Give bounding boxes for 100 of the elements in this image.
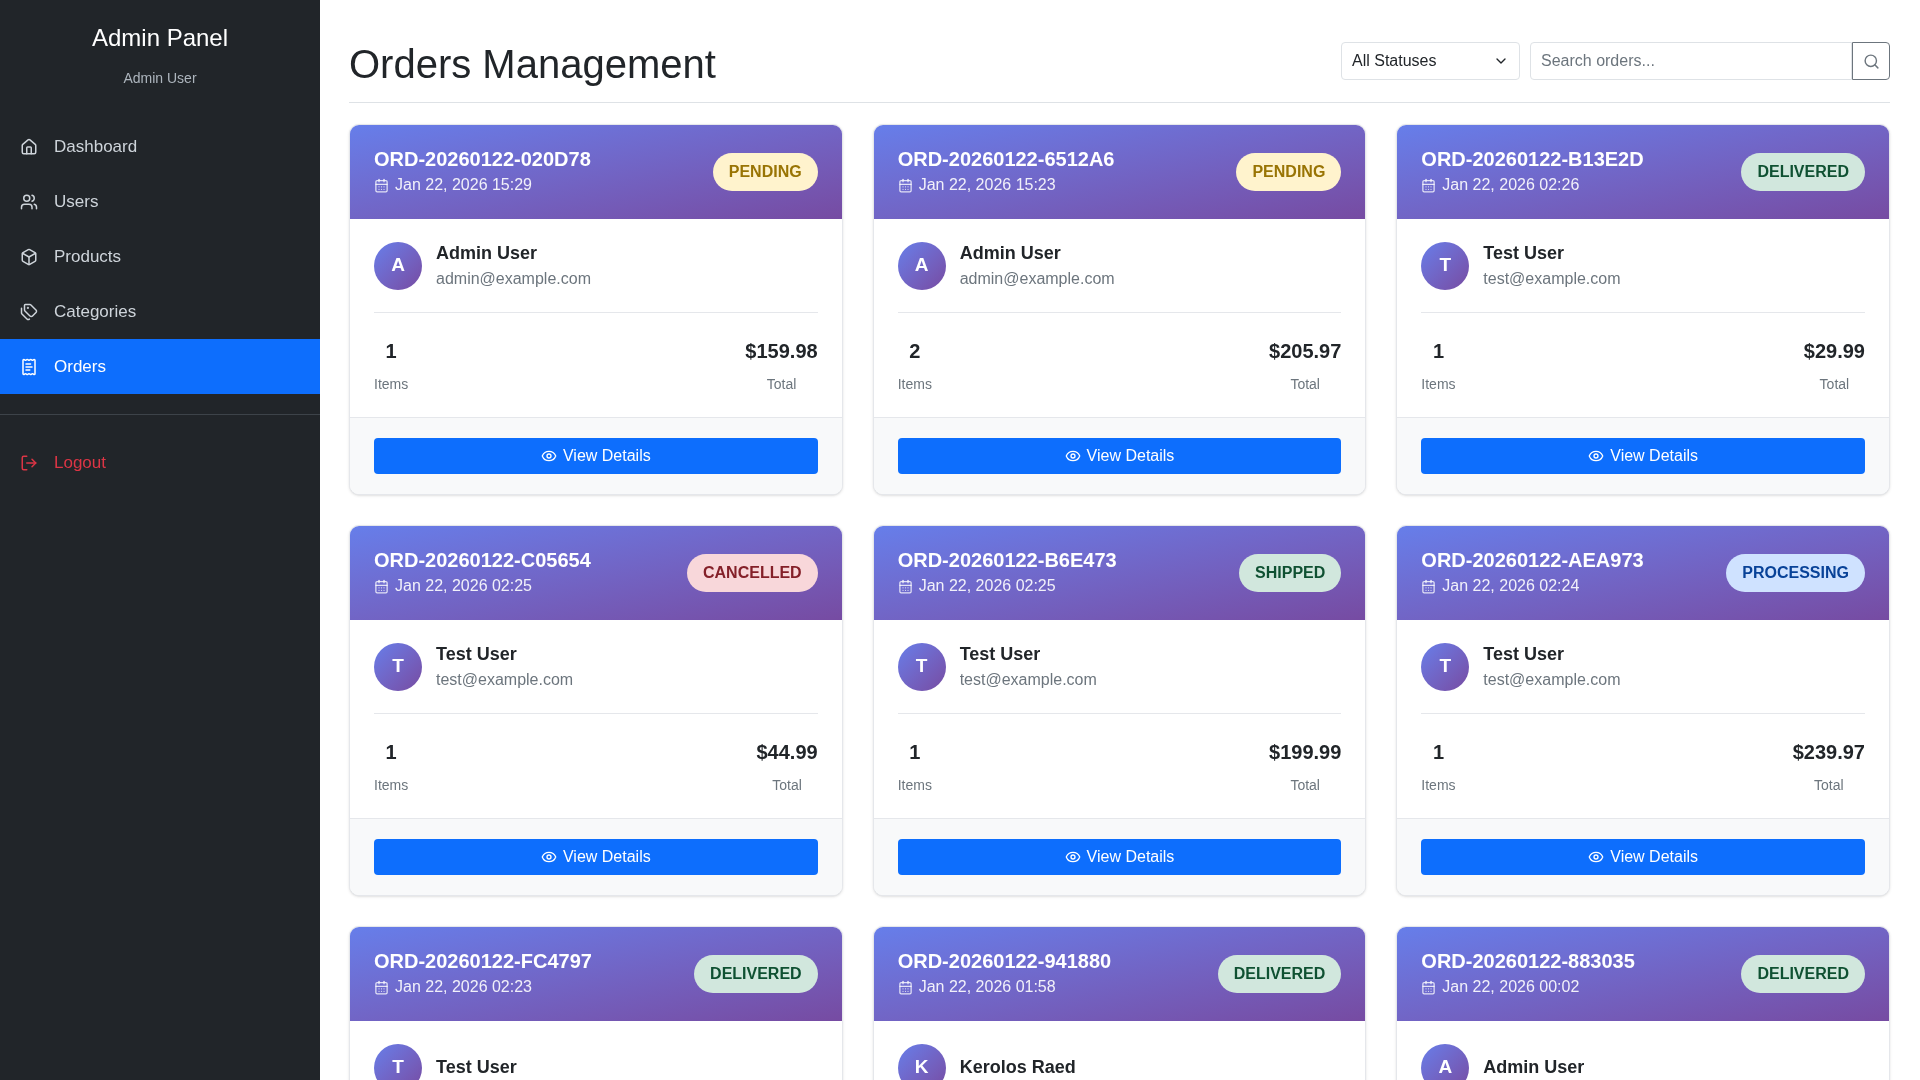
avatar: T xyxy=(374,642,422,691)
order-date: Jan 22, 2026 02:24 xyxy=(1442,576,1580,596)
customer-name: Test User xyxy=(436,643,518,666)
items-count: 1 xyxy=(385,739,397,765)
order-id: ORD-20260122-6512A6 xyxy=(897,147,1115,171)
customer-name: Admin User xyxy=(436,242,539,265)
total-label: Total xyxy=(1290,374,1320,394)
status-badge: DELIVERED xyxy=(694,955,818,993)
items-label: Items xyxy=(897,775,932,795)
status-badge: DELIVERED xyxy=(1217,955,1342,993)
items-count: 1 xyxy=(909,739,921,765)
users-icon xyxy=(20,192,38,211)
status-badge: CANCELLED xyxy=(687,554,818,592)
view-details-button[interactable]: View Details xyxy=(1421,839,1865,875)
avatar: A xyxy=(897,241,946,290)
house-icon xyxy=(20,137,38,156)
customer-email: test@example.com xyxy=(1483,670,1621,690)
order-date: Jan 22, 2026 02:23 xyxy=(395,977,532,997)
view-details-button[interactable]: View Details xyxy=(1421,438,1865,474)
order-date: Jan 22, 2026 15:29 xyxy=(395,175,532,195)
avatar: T xyxy=(374,1043,422,1080)
order-date: Jan 22, 2026 00:02 xyxy=(1442,977,1580,997)
total-label: Total xyxy=(1819,374,1850,394)
order-date: Jan 22, 2026 02:25 xyxy=(395,576,532,596)
search-icon xyxy=(1862,52,1880,70)
customer-name: Admin User xyxy=(1483,1056,1585,1079)
status-badge: DELIVERED xyxy=(1741,955,1865,993)
search-field[interactable]: Search orders... xyxy=(1530,42,1852,80)
order-date: Jan 22, 2026 02:26 xyxy=(1442,175,1580,195)
calendar-icon xyxy=(897,578,913,594)
order-total: $29.99 xyxy=(1803,338,1865,364)
total-label: Total xyxy=(772,775,802,795)
order-total: $205.97 xyxy=(1269,338,1342,364)
view-details-button[interactable]: View Details xyxy=(897,438,1342,474)
items-label: Items xyxy=(897,374,932,394)
order-date: Jan 22, 2026 02:25 xyxy=(918,576,1056,596)
logout-icon xyxy=(20,453,38,472)
status-badge: PENDING xyxy=(712,153,818,191)
items-count: 1 xyxy=(385,338,397,364)
nav-item[interactable]: Categories xyxy=(0,284,320,339)
logout-link[interactable]: Logout xyxy=(0,435,320,490)
calendar-icon xyxy=(1421,578,1437,594)
customer-name: Kerolos Raed xyxy=(959,1056,1076,1079)
page-title: Orders Management xyxy=(349,44,716,84)
customer-name: Test User xyxy=(1483,242,1566,265)
order-id: ORD-20260122-883035 xyxy=(1421,949,1635,973)
view-details-button[interactable]: View Details xyxy=(374,438,818,474)
avatar: T xyxy=(1421,241,1470,290)
customer-name: Admin User xyxy=(959,242,1062,265)
items-label: Items xyxy=(374,374,409,394)
calendar-icon xyxy=(1421,979,1437,995)
items-count: 1 xyxy=(1432,338,1444,364)
eye-icon xyxy=(1064,849,1081,865)
nav-item[interactable]: Products xyxy=(0,229,320,284)
calendar-icon xyxy=(897,177,913,193)
order-total: $44.99 xyxy=(756,739,818,765)
total-label: Total xyxy=(1290,775,1320,795)
calendar-icon xyxy=(897,979,913,995)
order-id: ORD-20260122-941880 xyxy=(897,949,1112,973)
items-label: Items xyxy=(1421,374,1456,394)
eye-icon xyxy=(540,448,557,464)
nav-item[interactable]: Orders xyxy=(0,339,320,394)
items-label: Items xyxy=(1421,775,1456,795)
total-label: Total xyxy=(766,374,797,394)
customer-email: admin@example.com xyxy=(959,269,1115,289)
customer-email: test@example.com xyxy=(436,670,574,690)
receipt-icon xyxy=(20,357,38,376)
view-details-button[interactable]: View Details xyxy=(374,839,818,875)
status-filter[interactable]: All Statuses xyxy=(1341,42,1520,80)
sidebar-title: Admin Panel xyxy=(91,23,229,53)
avatar: A xyxy=(1421,1043,1470,1080)
order-id: ORD-20260122-020D78 xyxy=(374,147,591,171)
eye-icon xyxy=(540,849,557,865)
total-label: Total xyxy=(1814,775,1844,795)
customer-email: test@example.com xyxy=(1483,269,1621,289)
status-badge: SHIPPED xyxy=(1239,554,1342,592)
tag-icon xyxy=(20,302,38,321)
items-count: 2 xyxy=(909,338,921,364)
items-count: 1 xyxy=(1432,739,1444,765)
order-id: ORD-20260122-FC4797 xyxy=(374,949,592,973)
search-button[interactable] xyxy=(1852,42,1890,80)
order-id: ORD-20260122-AEA973 xyxy=(1421,548,1644,572)
avatar: A xyxy=(374,241,422,290)
order-total: $159.98 xyxy=(745,338,818,364)
order-id: ORD-20260122-B6E473 xyxy=(897,548,1117,572)
customer-email: test@example.com xyxy=(959,670,1097,690)
calendar-icon xyxy=(374,578,389,594)
status-badge: DELIVERED xyxy=(1741,153,1865,191)
nav-item[interactable]: Users xyxy=(0,174,320,229)
order-total: $199.99 xyxy=(1269,739,1342,765)
eye-icon xyxy=(1588,849,1605,865)
avatar: T xyxy=(897,642,946,691)
customer-name: Test User xyxy=(1483,643,1566,666)
items-label: Items xyxy=(374,775,409,795)
calendar-icon xyxy=(374,979,389,995)
order-date: Jan 22, 2026 01:58 xyxy=(918,977,1056,997)
order-total: $239.97 xyxy=(1792,739,1865,765)
nav-item[interactable]: Dashboard xyxy=(0,119,320,174)
view-details-button[interactable]: View Details xyxy=(897,839,1342,875)
order-date: Jan 22, 2026 15:23 xyxy=(918,175,1056,195)
